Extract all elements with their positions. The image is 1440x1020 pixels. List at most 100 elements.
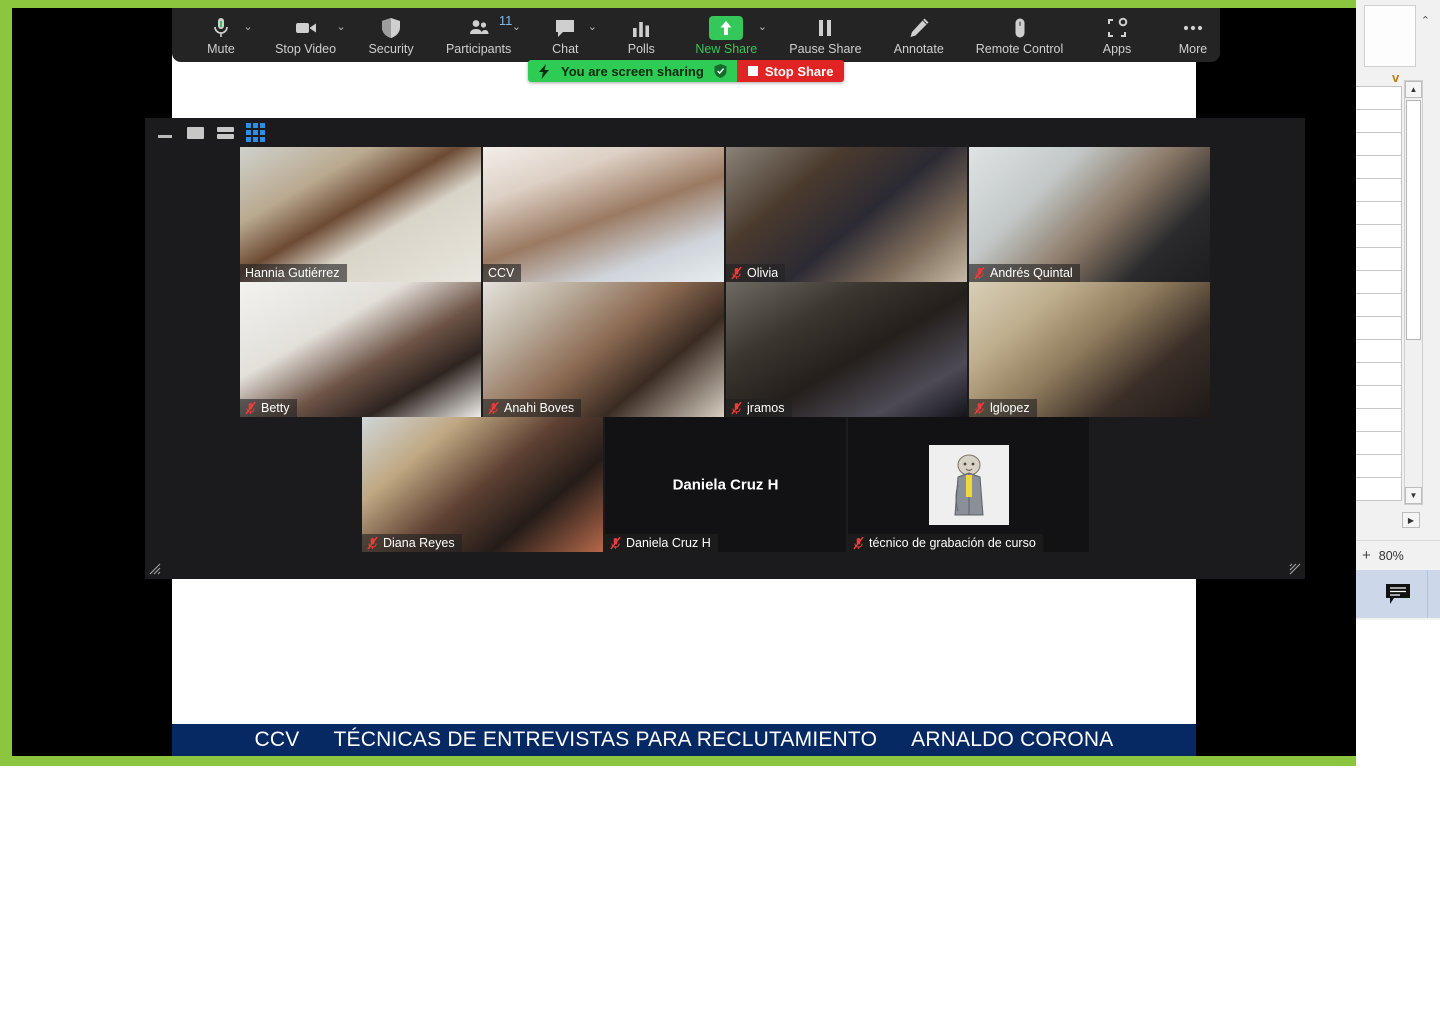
toolbar-item-label: Apps [1102, 42, 1132, 56]
tile-row: Betty Anahi Boves jramos lglopez [145, 282, 1305, 417]
participant-video [726, 147, 967, 282]
cell-row[interactable] [1356, 386, 1402, 409]
chat-bubble-icon [556, 20, 575, 37]
muted-microphone-icon [853, 536, 864, 549]
toolbar-item-label: Polls [627, 42, 655, 56]
participant-tile[interactable]: Olivia [726, 147, 967, 282]
cell-row[interactable] [1356, 340, 1402, 363]
toolbar-apps-button[interactable]: Apps [1090, 10, 1144, 62]
toolbar-more-button[interactable]: More [1166, 10, 1220, 62]
participant-tile[interactable]: Diana Reyes [362, 417, 603, 552]
participant-name-tag: técnico de grabación de curso [848, 534, 1043, 552]
toolbar-chat-button[interactable]: Chat ⌄ [538, 10, 597, 62]
toolbar-polls-button[interactable]: Polls [614, 10, 668, 62]
grid-icon [245, 123, 265, 142]
cell-row[interactable] [1356, 432, 1402, 455]
cell-row[interactable] [1356, 110, 1402, 133]
collapse-chevron-icon[interactable]: ⌃ [1421, 14, 1430, 27]
polls-bars-icon [633, 22, 650, 37]
sharing-status-text: You are screen sharing [561, 63, 704, 79]
stop-square-icon [747, 66, 758, 76]
participant-tile[interactable]: CCV [483, 147, 724, 282]
chevron-down-icon[interactable]: ⌄ [754, 18, 770, 34]
participant-video [240, 147, 481, 282]
speaker-view-button[interactable] [216, 125, 234, 141]
muted-microphone-icon [245, 401, 256, 414]
toolbar-annotate-button[interactable]: Annotate [888, 10, 949, 62]
name-box-panel[interactable] [1364, 5, 1416, 67]
microphone-icon-wrap [209, 16, 233, 40]
resize-grip-bottom-right[interactable] [1289, 563, 1301, 575]
tile-row: Hannia Gutiérrez CCV Olivia Andrés Quintal [145, 147, 1305, 282]
toolbar-item-label: More [1178, 42, 1208, 56]
participant-tile[interactable]: Hannia Gutiérrez [240, 147, 481, 282]
participant-tile[interactable]: Anahi Boves [483, 282, 724, 417]
participant-tile[interactable]: Daniela Cruz H Daniela Cruz H [605, 417, 846, 552]
scroll-right-button[interactable]: ▶ [1402, 512, 1420, 528]
cell-row[interactable] [1356, 179, 1402, 202]
participant-name: Andrés Quintal [990, 266, 1073, 280]
cell-row[interactable] [1356, 409, 1402, 432]
active-speaker-view-button[interactable] [186, 125, 204, 141]
participant-name: lglopez [990, 401, 1030, 415]
scroll-down-button[interactable]: ▼ [1405, 487, 1422, 504]
chevron-down-icon[interactable]: ⌄ [240, 18, 256, 34]
participant-tile[interactable]: Andrés Quintal [969, 147, 1210, 282]
toolbar-security-button[interactable]: Security [363, 10, 419, 62]
vertical-scrollbar[interactable]: ▲ ▼ [1404, 80, 1423, 505]
scroll-up-button[interactable]: ▲ [1405, 81, 1422, 98]
comment-panel-strip[interactable] [1356, 570, 1440, 618]
toolbar-pause-share-button[interactable]: Pause Share [784, 10, 866, 62]
spreadsheet-sidebar: ⌃ v ▲ ▼ ▶ + 80% [1356, 0, 1440, 620]
cell-row[interactable] [1356, 317, 1402, 340]
participant-tiles: Hannia Gutiérrez CCV Olivia Andrés Quintal B… [145, 147, 1305, 552]
participant-video [362, 417, 603, 552]
cell-row[interactable] [1356, 133, 1402, 156]
cell-row[interactable] [1356, 271, 1402, 294]
scrollbar-thumb[interactable] [1406, 100, 1421, 340]
zoom-level-label[interactable]: 80% [1379, 549, 1404, 563]
chevron-down-icon[interactable]: ⌄ [333, 18, 349, 34]
muted-microphone-icon [367, 536, 378, 549]
cell-row[interactable] [1356, 156, 1402, 179]
gallery-view-button[interactable] [245, 123, 265, 142]
cell-row[interactable] [1356, 363, 1402, 386]
chevron-down-icon[interactable]: ⌄ [584, 18, 600, 34]
participant-tile[interactable]: Betty [240, 282, 481, 417]
comment-icon[interactable] [1385, 583, 1411, 605]
cell-row[interactable] [1356, 87, 1402, 110]
video-camera-icon [295, 23, 316, 33]
zoom-meeting-toolbar: Mute ⌄ Stop Video ⌄ Security Participants 11 ⌄ C… [172, 8, 1220, 62]
ellipsis-icon-wrap [1181, 16, 1205, 40]
toolbar-participants-button[interactable]: Participants 11 ⌄ [441, 10, 521, 62]
formula-bar-expand-icon[interactable]: v [1392, 70, 1399, 85]
participants-icon [469, 20, 489, 34]
participant-video [483, 282, 724, 417]
chat-bubble-icon-wrap [553, 16, 577, 40]
cell-row[interactable] [1356, 225, 1402, 248]
cell-row[interactable] [1356, 202, 1402, 225]
participant-name-tag: CCV [483, 264, 522, 282]
cell-row[interactable] [1356, 248, 1402, 271]
minimize-gallery-button[interactable] [156, 125, 174, 141]
participant-tile[interactable]: técnico de grabación de curso [848, 417, 1089, 552]
spreadsheet-cells[interactable] [1356, 86, 1402, 501]
toolbar-new-share-button[interactable]: New Share ⌄ [690, 10, 767, 62]
participant-tile[interactable]: jramos [726, 282, 967, 417]
toolbar-remote-control-button[interactable]: Remote Control [971, 10, 1068, 62]
pause-icon-wrap [813, 16, 837, 40]
stop-share-button[interactable]: Stop Share [736, 60, 845, 82]
ellipsis-icon [1183, 25, 1203, 31]
participant-gallery-window[interactable]: Hannia Gutiérrez CCV Olivia Andrés Quintal B… [145, 118, 1305, 579]
participant-tile[interactable]: lglopez [969, 282, 1210, 417]
zoom-in-button[interactable]: + [1362, 547, 1371, 564]
shield-check-icon[interactable] [714, 64, 727, 78]
cell-row[interactable] [1356, 478, 1402, 501]
toolbar-stop-video-button[interactable]: Stop Video ⌄ [270, 10, 346, 62]
resize-grip-bottom-left[interactable] [149, 563, 161, 575]
chevron-down-icon[interactable]: ⌄ [508, 18, 524, 34]
toolbar-mute-button[interactable]: Mute ⌄ [194, 10, 253, 62]
participant-name: Betty [261, 401, 290, 415]
cell-row[interactable] [1356, 455, 1402, 478]
cell-row[interactable] [1356, 294, 1402, 317]
